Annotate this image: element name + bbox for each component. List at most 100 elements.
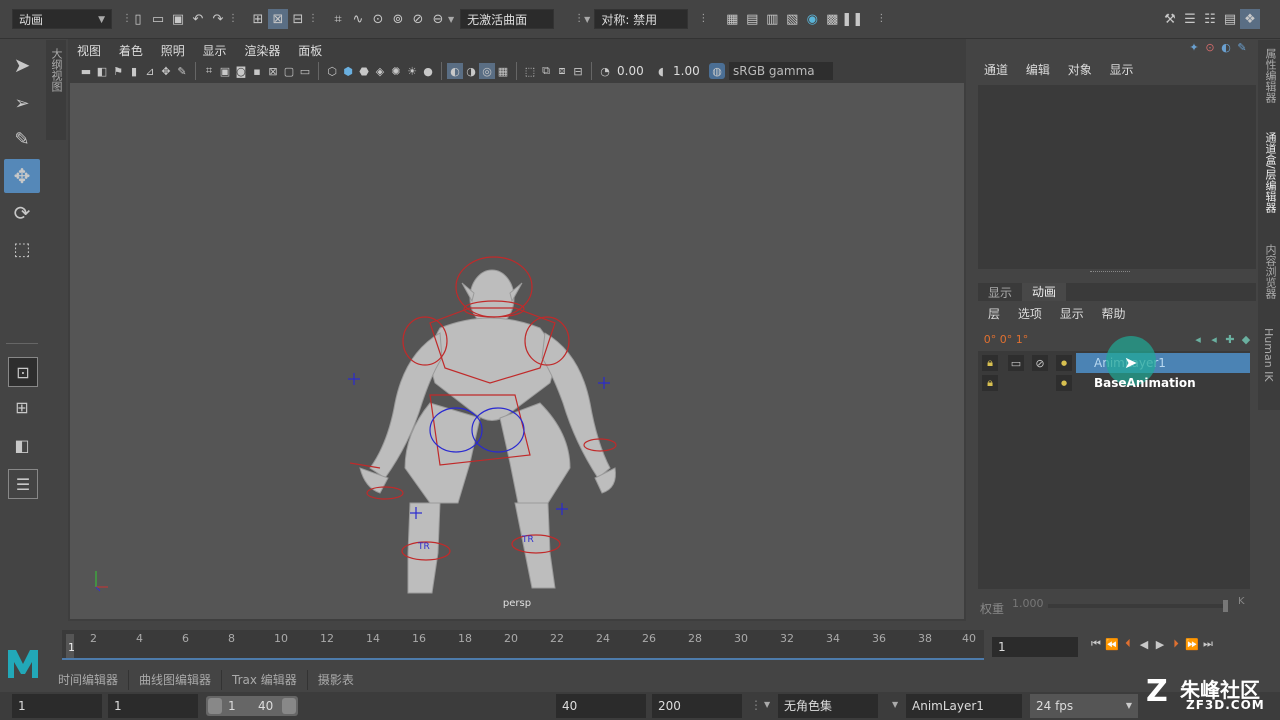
resolution-gate-icon[interactable]: ◙	[233, 63, 249, 79]
hypershade-icon[interactable]: ◉	[802, 9, 822, 29]
play-forwards-icon[interactable]: ▶	[1152, 636, 1168, 652]
xray-joints-icon[interactable]: ◑	[463, 63, 479, 79]
layer-row[interactable]: 🔒︎ ● BaseAnimation	[978, 373, 1250, 393]
bookmark-icon[interactable]: ⚑	[110, 63, 126, 79]
side-tab-human-ik[interactable]: Human IK	[1262, 328, 1275, 382]
character-set-field[interactable]: 无角色集	[778, 694, 878, 718]
lock-icon[interactable]: 🔒︎	[982, 355, 998, 371]
render-view-icon[interactable]: ▩	[822, 9, 842, 29]
layer-menu-layers[interactable]: 层	[988, 307, 1000, 321]
side-tab-attribute-editor[interactable]: 属性编辑器	[1262, 48, 1278, 103]
snap-grid-icon[interactable]: ⌗	[328, 9, 348, 29]
snap-live-icon[interactable]: ⊖	[428, 9, 448, 29]
tab-dope-sheet[interactable]: 摄影表	[308, 670, 364, 690]
zero-key-weight-icon[interactable]: 0°	[998, 331, 1014, 347]
channel-refresh-icon[interactable]: ◐	[1218, 39, 1234, 55]
isolate-select-icon[interactable]: ⬚	[522, 63, 538, 79]
textured-icon[interactable]: ◈	[372, 63, 388, 79]
viewport-menu-shading[interactable]: 着色	[119, 44, 143, 58]
panel-splitter[interactable]	[1090, 271, 1130, 276]
layer-row[interactable]: 🔒︎ ▭ ⊘ ● AnimLayer1 ➤	[978, 336, 1250, 386]
camera-select-icon[interactable]: ▬	[78, 63, 94, 79]
snap-curve-icon[interactable]: ∿	[348, 9, 368, 29]
playback-start-field[interactable]: 1	[108, 694, 198, 718]
playback-end-field[interactable]: 40	[556, 694, 646, 718]
weight-slider-handle[interactable]	[1223, 600, 1228, 612]
select-tool-icon[interactable]: ➤	[8, 51, 36, 79]
side-tab-channel-box[interactable]: 通道盒/层编辑器	[1262, 132, 1278, 213]
grid-icon[interactable]: ⌗	[201, 63, 217, 79]
key-label[interactable]: K	[1238, 596, 1245, 607]
grease-pencil-icon[interactable]: ✥	[158, 63, 174, 79]
render-settings-icon[interactable]: ▧	[782, 9, 802, 29]
color-space-field[interactable]: sRGB gamma	[729, 62, 833, 80]
viewport-menu-view[interactable]: 视图	[77, 44, 101, 58]
frame-all-icon[interactable]: ⧉	[538, 63, 554, 79]
time-slider[interactable]: 1 2 4 6 8 10 12 14 16 18 20 22 24 26 28 …	[62, 630, 984, 660]
2d-pan-zoom-icon[interactable]: ⊿	[142, 63, 158, 79]
weight-slider[interactable]	[1048, 600, 1228, 612]
anim-layer-field[interactable]: AnimLayer1	[906, 694, 1022, 718]
channel-menu-object[interactable]: 对象	[1068, 63, 1092, 77]
current-frame-field[interactable]: 1	[992, 637, 1078, 657]
scale-tool-icon[interactable]: ⬚	[8, 235, 36, 263]
xray-active-icon[interactable]: ◎	[479, 63, 495, 79]
wireframe-on-shaded-icon[interactable]: ⬣	[356, 63, 372, 79]
exposure-value[interactable]: 0.00	[617, 64, 653, 78]
render-frame-icon[interactable]: ▦	[722, 9, 742, 29]
mode-dropdown[interactable]: 动画 ▼	[12, 9, 112, 29]
gamma-icon[interactable]: ◖	[653, 63, 669, 79]
step-forward-frame-icon[interactable]: ⏩	[1184, 636, 1200, 652]
paint-select-icon[interactable]: ✎	[8, 125, 36, 153]
solo-icon[interactable]: ⊘	[1032, 355, 1048, 371]
outliner-side-tab[interactable]: 大纲视图	[46, 40, 66, 140]
side-tab-content-browser[interactable]: 内容浏览器	[1262, 244, 1278, 299]
use-all-lights-icon[interactable]: ✺	[388, 63, 404, 79]
tool-settings-icon[interactable]: ☷	[1200, 9, 1220, 29]
pause-icon[interactable]: ❚❚	[841, 9, 863, 29]
range-slider-bar[interactable]: 1 40	[206, 696, 298, 716]
tab-graph-editor[interactable]: 曲线图编辑器	[129, 670, 223, 690]
channel-menu-channels[interactable]: 通道	[984, 63, 1008, 77]
two-view-icon[interactable]: ◧	[8, 431, 36, 459]
chevron-down-icon[interactable]: ▼	[764, 700, 770, 709]
chevron-down-icon[interactable]: ▼	[584, 15, 590, 24]
go-to-start-icon[interactable]: ⏮	[1088, 636, 1104, 652]
fps-dropdown[interactable]: 24 fps ▼	[1030, 694, 1138, 718]
exposure-icon[interactable]: ◔	[597, 63, 613, 79]
render-sequence-icon[interactable]: ▤	[742, 9, 762, 29]
snap-point-icon[interactable]: ⊙	[368, 9, 388, 29]
viewport-menu-panels[interactable]: 面板	[298, 44, 322, 58]
gate-mask-icon[interactable]: ▪	[249, 63, 265, 79]
backface-culling-icon[interactable]: ▦	[495, 63, 511, 79]
color-management-icon[interactable]: ◍	[709, 63, 725, 79]
channel-setting-icon[interactable]: ⊙	[1202, 39, 1218, 55]
chevron-down-icon[interactable]: ▼	[892, 700, 898, 709]
ghost-icon[interactable]: ●	[1056, 355, 1072, 371]
one-key-icon[interactable]: 1°	[1014, 331, 1030, 347]
snap-view-icon[interactable]: ⊚	[388, 9, 408, 29]
character-rig[interactable]: TR TR	[70, 83, 964, 619]
channel-edit-icon[interactable]: ✎	[1234, 39, 1250, 55]
lasso-tool-icon[interactable]: ➢	[8, 89, 36, 117]
tab-animation[interactable]: 动画	[1022, 283, 1067, 301]
channel-box-area[interactable]	[978, 85, 1256, 269]
channel-menu-show[interactable]: 显示	[1110, 63, 1134, 77]
save-scene-icon[interactable]: ▣	[168, 9, 188, 29]
select-hierarchy-icon[interactable]: ⊞	[248, 9, 268, 29]
channel-key-icon[interactable]: ✦	[1186, 39, 1202, 55]
go-to-end-icon[interactable]: ⏭	[1200, 636, 1216, 652]
layer-menu-help[interactable]: 帮助	[1102, 307, 1126, 321]
layer-menu-show[interactable]: 显示	[1060, 307, 1084, 321]
snap-surface-icon[interactable]: ⊘	[408, 9, 428, 29]
live-surface-field[interactable]: 无激活曲面	[460, 9, 555, 29]
hud-icon[interactable]: ⊟	[570, 63, 586, 79]
layer-menu-options[interactable]: 选项	[1018, 307, 1042, 321]
move-layer-up-icon[interactable]: ◂	[1190, 331, 1206, 347]
shadows-icon[interactable]: ☀	[404, 63, 420, 79]
start-time-field[interactable]: 1	[12, 694, 102, 718]
new-scene-icon[interactable]: ▯	[128, 9, 148, 29]
tab-display[interactable]: 显示	[978, 284, 1022, 301]
chevron-down-icon[interactable]: ▼	[448, 15, 454, 24]
character-mesh[interactable]	[359, 269, 616, 594]
